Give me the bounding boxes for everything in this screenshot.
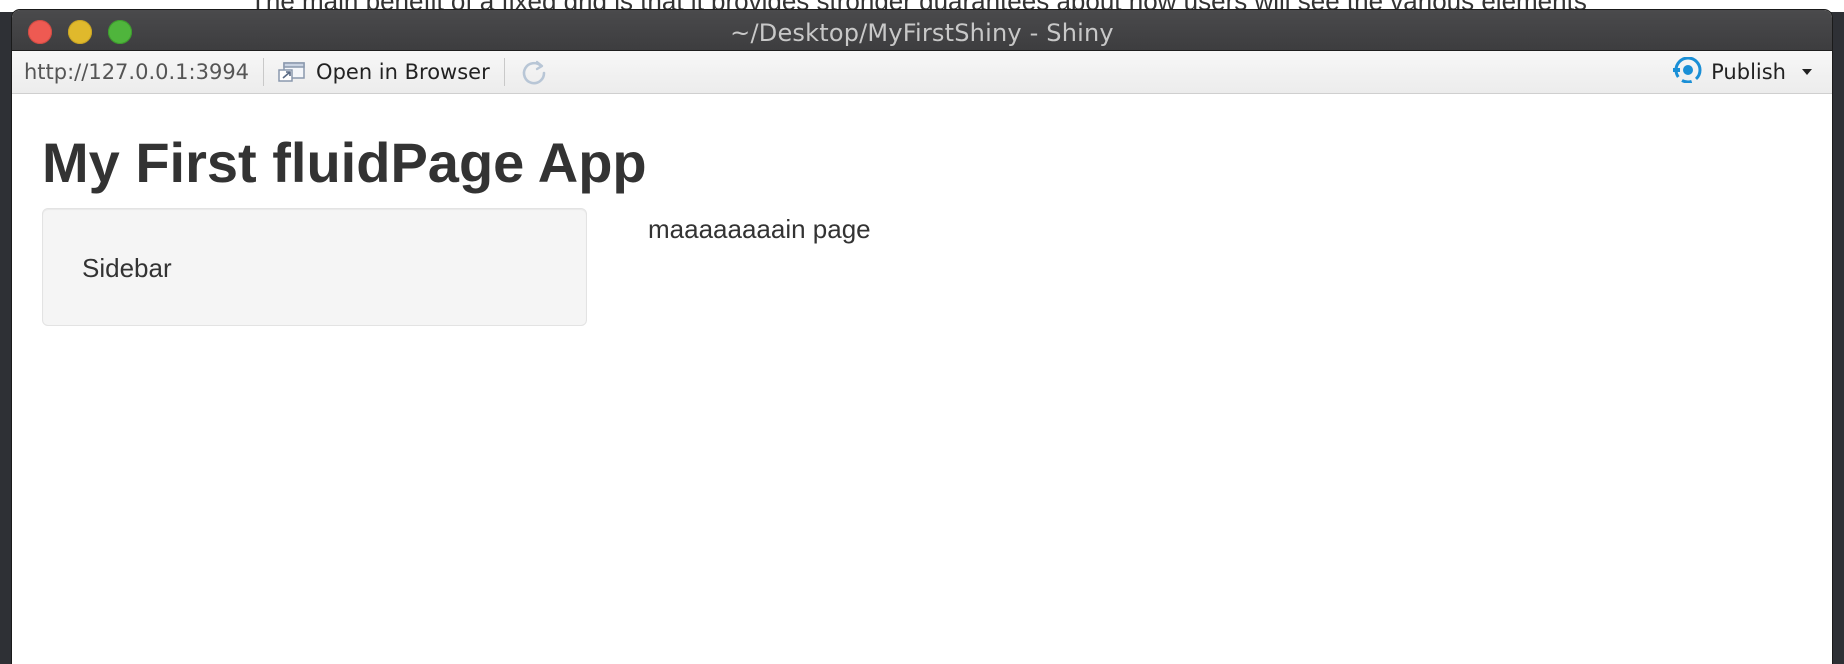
background-editor-right: [1832, 12, 1844, 664]
main-panel: maaaaaaaain page: [648, 208, 871, 326]
shiny-viewer-window: ~/Desktop/MyFirstShiny - Shiny http://12…: [12, 10, 1832, 664]
open-in-browser-button[interactable]: Open in Browser: [278, 60, 490, 84]
background-editor-left: [0, 12, 12, 664]
open-in-browser-label: Open in Browser: [316, 60, 490, 84]
desktop: The main benefit of a fixed grid is that…: [0, 0, 1844, 664]
main-panel-text: maaaaaaaain page: [648, 213, 871, 244]
sidebar-text: Sidebar: [82, 252, 172, 283]
publish-button[interactable]: Publish: [1673, 51, 1812, 93]
open-in-browser-icon: [278, 60, 308, 84]
chevron-down-icon[interactable]: [1802, 69, 1812, 75]
app-url[interactable]: http://127.0.0.1:3994: [24, 60, 249, 84]
shiny-app-page: My First fluidPage App Sidebar maaaaaaaa…: [12, 94, 1832, 326]
publish-label: Publish: [1711, 60, 1786, 84]
sidebar-panel: Sidebar: [42, 207, 587, 326]
sidebar-layout: Sidebar maaaaaaaain page: [42, 207, 1802, 326]
title-bar[interactable]: ~/Desktop/MyFirstShiny - Shiny: [12, 10, 1832, 51]
page-title: My First fluidPage App: [42, 131, 647, 194]
viewer-toolbar: http://127.0.0.1:3994 Open in Browser Pu…: [12, 51, 1832, 94]
toolbar-divider: [263, 58, 265, 86]
toolbar-divider: [503, 58, 505, 86]
publish-icon: [1673, 56, 1703, 87]
window-title: ~/Desktop/MyFirstShiny - Shiny: [730, 19, 1114, 47]
refresh-icon[interactable]: [519, 57, 549, 87]
